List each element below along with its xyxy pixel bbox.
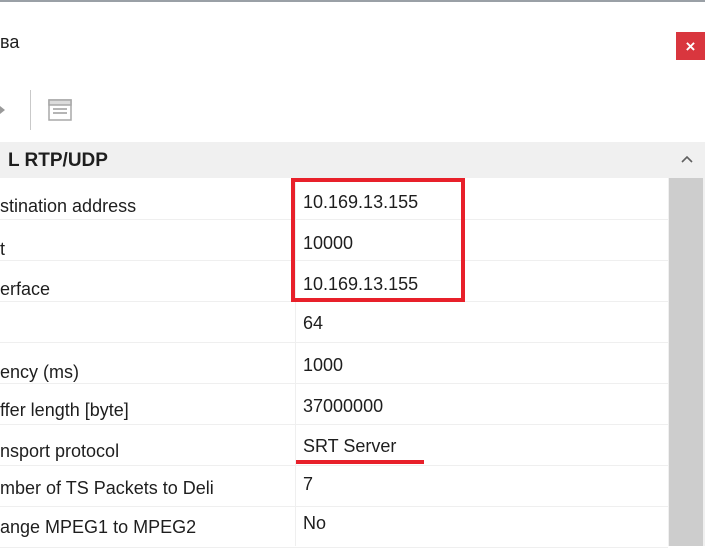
property-name: erface <box>0 279 51 299</box>
toolbar-separator <box>30 90 31 130</box>
property-name: ffer length [byte] <box>0 400 129 420</box>
close-button[interactable]: × <box>676 32 705 60</box>
property-name: t <box>0 239 6 259</box>
property-name: mber of TS Packets to Deli <box>0 478 214 498</box>
property-pages-icon[interactable] <box>48 99 72 121</box>
highlight-box <box>291 178 465 302</box>
chevron-up-icon <box>680 155 693 163</box>
property-value[interactable]: No <box>303 513 326 534</box>
property-name: nsport protocol <box>0 441 120 461</box>
highlight-underline <box>296 460 424 464</box>
arrow-icon[interactable] <box>0 103 6 117</box>
window-title: ва <box>0 32 20 52</box>
property-value[interactable]: 1000 <box>303 355 343 376</box>
property-value[interactable]: SRT Server <box>303 436 396 457</box>
scroll-up-button[interactable] <box>668 142 705 176</box>
scrollbar-thumb[interactable] <box>669 178 703 546</box>
property-name: ange MPEG1 to MPEG2 <box>0 517 197 537</box>
title-bar <box>0 2 705 80</box>
property-name: stination address <box>0 196 137 216</box>
toolbar <box>0 80 705 142</box>
property-row[interactable] <box>0 301 668 343</box>
category-label: L RTP/UDP <box>8 150 108 171</box>
property-name: ency (ms) <box>0 362 80 382</box>
close-icon: × <box>685 36 696 56</box>
property-value[interactable]: 7 <box>303 474 313 495</box>
property-value[interactable]: 64 <box>303 313 323 334</box>
property-value[interactable]: 37000000 <box>303 396 383 417</box>
